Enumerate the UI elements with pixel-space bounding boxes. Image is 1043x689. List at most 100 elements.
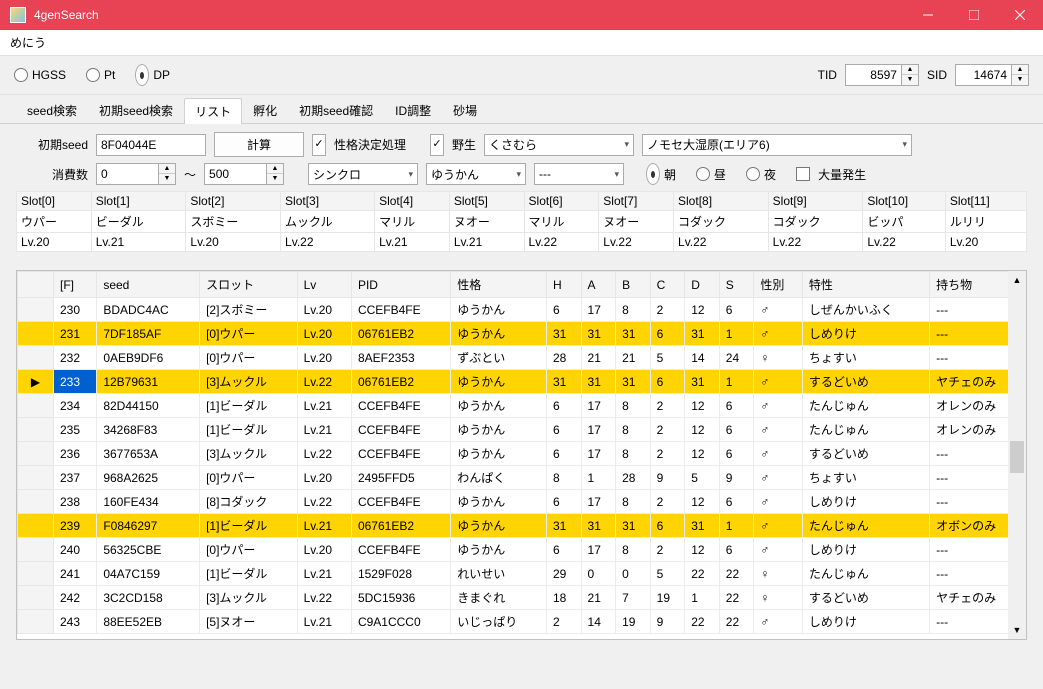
results-cell[interactable]: 31: [546, 514, 581, 538]
results-cell[interactable]: 06761EB2: [351, 322, 450, 346]
table-row[interactable]: 2320AEB9DF6[0]ウパーLv.208AEF2353ずぶとい282121…: [18, 346, 1026, 370]
results-cell[interactable]: 1529F028: [351, 562, 450, 586]
results-cell[interactable]: CCEFB4FE: [351, 418, 450, 442]
table-row[interactable]: 239F0846297[1]ビーダルLv.2106761EB2ゆうかん31313…: [18, 514, 1026, 538]
results-cell[interactable]: 5DC15936: [351, 586, 450, 610]
results-cell[interactable]: Lv.20: [297, 322, 351, 346]
close-button[interactable]: [997, 0, 1043, 30]
results-header[interactable]: H: [546, 272, 581, 298]
results-cell[interactable]: 31: [685, 514, 720, 538]
results-cell[interactable]: [1]ビーダル: [200, 394, 298, 418]
results-cell[interactable]: 31: [581, 514, 616, 538]
results-cell[interactable]: 17: [581, 298, 616, 322]
results-cell[interactable]: ゆうかん: [451, 538, 547, 562]
results-cell[interactable]: 7DF185AF: [97, 322, 200, 346]
table-row[interactable]: 237968A2625[0]ウパーLv.202495FFD5わんぱく812895…: [18, 466, 1026, 490]
results-cell[interactable]: ♂: [754, 394, 803, 418]
results-cell[interactable]: 236: [54, 442, 97, 466]
results-cell[interactable]: 06761EB2: [351, 514, 450, 538]
results-cell[interactable]: CCEFB4FE: [351, 538, 450, 562]
results-cell[interactable]: 232: [54, 346, 97, 370]
results-cell[interactable]: [0]ウパー: [200, 466, 298, 490]
results-cell[interactable]: 21: [581, 586, 616, 610]
results-cell[interactable]: 1: [719, 370, 754, 394]
results-cell[interactable]: 1: [719, 514, 754, 538]
results-cell[interactable]: [3]ムックル: [200, 586, 298, 610]
results-cell[interactable]: Lv.21: [297, 418, 351, 442]
results-cell[interactable]: 22: [685, 562, 720, 586]
results-cell[interactable]: BDADC4AC: [97, 298, 200, 322]
results-cell[interactable]: ♂: [754, 442, 803, 466]
results-cell[interactable]: するどいめ: [802, 370, 929, 394]
results-cell[interactable]: 5: [685, 466, 720, 490]
results-cell[interactable]: 160FE434: [97, 490, 200, 514]
results-cell[interactable]: 12: [685, 490, 720, 514]
results-cell[interactable]: 8: [616, 394, 651, 418]
results-cell[interactable]: [3]ムックル: [200, 370, 298, 394]
tid-input[interactable]: ▲▼: [845, 64, 919, 86]
results-cell[interactable]: Lv.22: [297, 442, 351, 466]
results-cell[interactable]: ♂: [754, 514, 803, 538]
tid-spinner[interactable]: ▲▼: [901, 64, 919, 86]
results-header[interactable]: PID: [351, 272, 450, 298]
results-cell[interactable]: 233: [54, 370, 97, 394]
table-row[interactable]: 2363677653A[3]ムックルLv.22CCEFB4FEゆうかん61782…: [18, 442, 1026, 466]
results-cell[interactable]: 19: [650, 586, 685, 610]
results-cell[interactable]: しめりけ: [802, 538, 929, 562]
results-cell[interactable]: ♂: [754, 298, 803, 322]
results-cell[interactable]: 2495FFD5: [351, 466, 450, 490]
results-cell[interactable]: 21: [616, 346, 651, 370]
results-cell[interactable]: 31: [546, 322, 581, 346]
location-select[interactable]: ノモセ大湿原(エリア6)▾: [642, 134, 912, 156]
results-cell[interactable]: 31: [685, 370, 720, 394]
calc-button[interactable]: 計算: [214, 132, 304, 157]
results-cell[interactable]: CCEFB4FE: [351, 394, 450, 418]
tab-リスト[interactable]: リスト: [184, 98, 242, 124]
results-cell[interactable]: たんじゅん: [802, 418, 929, 442]
results-cell[interactable]: 6: [650, 322, 685, 346]
tab-ID調整[interactable]: ID調整: [384, 97, 442, 123]
results-cell[interactable]: 28: [616, 466, 651, 490]
results-cell[interactable]: たんじゅん: [802, 562, 929, 586]
results-cell[interactable]: 6: [719, 418, 754, 442]
results-cell[interactable]: [2]スボミー: [200, 298, 298, 322]
results-cell[interactable]: ♂: [754, 610, 803, 634]
results-cell[interactable]: Lv.20: [297, 538, 351, 562]
results-header[interactable]: 性別: [754, 272, 803, 298]
results-cell[interactable]: 9: [650, 466, 685, 490]
results-cell[interactable]: 243: [54, 610, 97, 634]
results-cell[interactable]: 5: [650, 562, 685, 586]
results-cell[interactable]: ♂: [754, 370, 803, 394]
results-cell[interactable]: 230: [54, 298, 97, 322]
table-row[interactable]: 24104A7C159[1]ビーダルLv.211529F028れいせい29005…: [18, 562, 1026, 586]
results-cell[interactable]: しめりけ: [802, 490, 929, 514]
results-cell[interactable]: 231: [54, 322, 97, 346]
results-cell[interactable]: ゆうかん: [451, 298, 547, 322]
results-cell[interactable]: 8: [546, 466, 581, 490]
sid-input[interactable]: ▲▼: [955, 64, 1029, 86]
results-cell[interactable]: [1]ビーダル: [200, 418, 298, 442]
results-cell[interactable]: 22: [685, 610, 720, 634]
results-cell[interactable]: ずぶとい: [451, 346, 547, 370]
results-header[interactable]: Lv: [297, 272, 351, 298]
results-cell[interactable]: [0]ウパー: [200, 322, 298, 346]
results-cell[interactable]: 04A7C159: [97, 562, 200, 586]
results-cell[interactable]: 14: [685, 346, 720, 370]
results-cell[interactable]: ♂: [754, 418, 803, 442]
results-cell[interactable]: ゆうかん: [451, 370, 547, 394]
results-cell[interactable]: するどいめ: [802, 442, 929, 466]
minimize-button[interactable]: [905, 0, 951, 30]
results-cell[interactable]: 8: [616, 490, 651, 514]
sid-spinner[interactable]: ▲▼: [1011, 64, 1029, 86]
results-cell[interactable]: 19: [616, 610, 651, 634]
scrollbar-thumb[interactable]: [1010, 441, 1024, 473]
results-cell[interactable]: 5: [650, 346, 685, 370]
results-cell[interactable]: 17: [581, 394, 616, 418]
results-cell[interactable]: 6: [546, 394, 581, 418]
results-cell[interactable]: 2: [650, 538, 685, 562]
results-cell[interactable]: 238: [54, 490, 97, 514]
results-cell[interactable]: 21: [581, 346, 616, 370]
results-cell[interactable]: ちょすい: [802, 346, 929, 370]
results-cell[interactable]: Lv.21: [297, 394, 351, 418]
results-cell[interactable]: 0AEB9DF6: [97, 346, 200, 370]
